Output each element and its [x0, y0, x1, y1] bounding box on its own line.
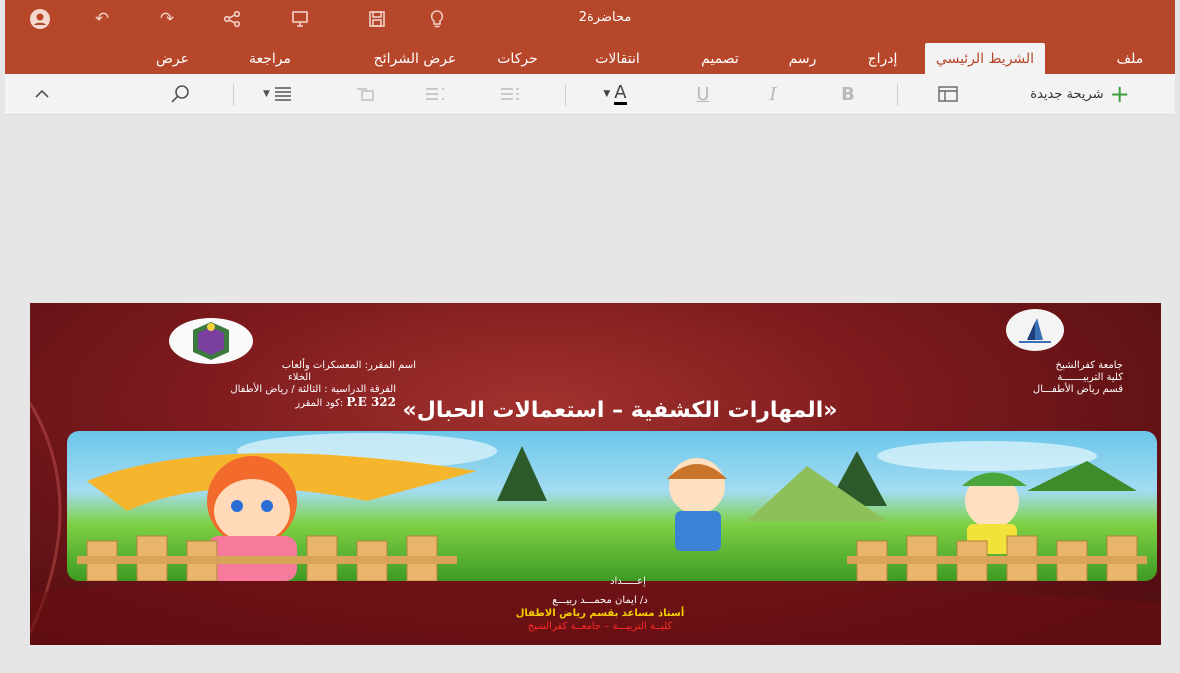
tab-animations[interactable]: حركات	[485, 43, 550, 74]
course-name: اسم المقرر: المعسكرات وألعاب	[281, 360, 416, 371]
chevron-down-icon: ▼	[603, 89, 611, 99]
account-icon[interactable]	[28, 8, 52, 30]
university-name: جامعة كفرالشيخ	[1055, 360, 1123, 371]
faculty-name: كلية التربيـــــــة	[1057, 372, 1123, 383]
indent-icon[interactable]	[350, 82, 380, 106]
kids-playground-illustration	[67, 431, 1157, 581]
slide-canvas[interactable]: جامعة كفرالشيخ كلية التربيـــــــة قسم ر…	[30, 303, 1161, 645]
university-info: جامعة كفرالشيخ كلية التربيـــــــة قسم ر…	[1033, 360, 1123, 396]
new-slide-label: شريحة جديدة	[1030, 86, 1104, 102]
tab-review[interactable]: مراجعة	[235, 43, 305, 74]
plus-icon: +	[1109, 80, 1130, 108]
layout-icon[interactable]	[933, 82, 963, 106]
ribbon-toolbar: + شريحة جديدة B I U ▼ A ▼	[5, 74, 1175, 115]
tab-file[interactable]: ملف	[1100, 43, 1160, 74]
author-affiliation: كليــة التربيـــة – جامعــة كفرالشيخ	[527, 621, 673, 632]
chevron-down-icon: ▼	[263, 89, 270, 99]
title-bar: ↶ ↷ محاضرة2	[5, 0, 1175, 38]
lightbulb-icon[interactable]	[425, 8, 449, 30]
present-icon[interactable]	[288, 8, 312, 30]
author-block: إعـــــداد د/ ايمان محمـــد ربيـــع أستا…	[460, 575, 740, 633]
slide-title: «المهارات الكشفية – استعمالات الحبال»	[402, 398, 838, 423]
author-name: د/ ايمان محمـــد ربيـــع	[552, 595, 648, 606]
share-icon[interactable]	[220, 8, 244, 30]
prepared-by-label: إعـــــداد	[610, 576, 646, 587]
redo-icon[interactable]: ↷	[155, 8, 179, 30]
new-slide-button[interactable]: + شريحة جديدة	[995, 80, 1165, 108]
department-name: قسم رياض الأطفـــال	[1032, 384, 1123, 395]
italic-button[interactable]: I	[760, 82, 786, 106]
tab-slideshow[interactable]: عرض الشرائح	[365, 43, 465, 74]
document-title: محاضرة2	[578, 10, 632, 25]
separator	[233, 84, 234, 106]
university-logo	[1005, 308, 1065, 353]
separator	[897, 84, 898, 106]
underline-button[interactable]: U	[690, 82, 716, 106]
ribbon-tabs: ملف الشريط الرئيسي إدراج رسم تصميم انتقا…	[5, 38, 1175, 74]
author-title: أستاذ مساعد بقسم رياض الاطفال	[515, 608, 685, 619]
tab-draw[interactable]: رسم	[775, 43, 830, 74]
paragraph-align-button[interactable]: ▼	[255, 82, 300, 106]
collapse-ribbon-icon[interactable]	[30, 82, 54, 106]
separator	[565, 84, 566, 106]
save-icon[interactable]	[365, 8, 389, 30]
font-color-button[interactable]: ▼ A	[590, 82, 640, 106]
course-level: الفرقة الدراسية : الثالثة / رياض الأطفال	[230, 384, 396, 395]
faculty-logo	[168, 315, 254, 365]
course-code-label: كود المقرر:	[295, 398, 344, 409]
course-name-continued: الخلاء	[288, 372, 311, 383]
tab-transitions[interactable]: انتقالات	[580, 43, 655, 74]
course-code-line: كود المقرر: P.E 322	[30, 396, 396, 410]
tab-home[interactable]: الشريط الرئيسي	[925, 43, 1045, 74]
course-info: اسم المقرر: المعسكرات وألعاب الخلاء الفر…	[30, 360, 416, 410]
tab-view[interactable]: عرض	[145, 43, 200, 74]
font-color-letter: A	[614, 81, 627, 105]
bold-button[interactable]: B	[835, 82, 861, 106]
undo-icon[interactable]: ↶	[90, 8, 114, 30]
tab-insert[interactable]: إدراج	[855, 43, 910, 74]
search-icon[interactable]	[165, 82, 195, 106]
numbered-list-icon[interactable]	[495, 82, 525, 106]
bullet-list-icon[interactable]	[420, 82, 450, 106]
tab-design[interactable]: تصميم	[685, 43, 755, 74]
